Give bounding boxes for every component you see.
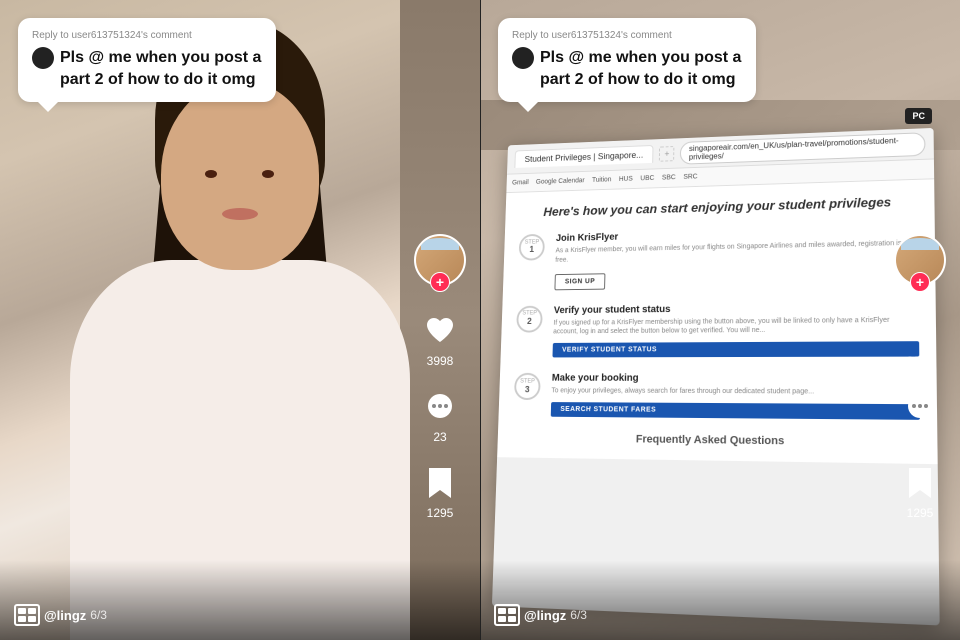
- comment-count-left: 23: [433, 430, 446, 444]
- username-left: @lingz: [44, 608, 86, 623]
- page-indicator-right: 6/3: [570, 608, 587, 622]
- faq-section[interactable]: Frequently Asked Questions: [512, 432, 920, 449]
- avatar-hat-right: [901, 238, 939, 250]
- webpage-content: Here's how you can start enjoying your s…: [497, 179, 938, 464]
- like-button-right[interactable]: 3998: [901, 312, 939, 368]
- right-video-panel: Reply to user613751324's comment Pls @ m…: [480, 0, 960, 640]
- like-count-left: 3998: [427, 354, 454, 368]
- webcam-label: PC: [905, 108, 932, 124]
- username-right: @lingz: [524, 608, 566, 623]
- bookmark-icon-right: [901, 464, 939, 502]
- bookmark-count-right: 1295: [907, 506, 934, 520]
- person-mouth: [222, 208, 258, 220]
- panel-divider: [480, 0, 481, 640]
- step-2-desc: If you signed up for a KrisFlyer members…: [553, 315, 919, 337]
- laptop-screen: Student Privileges | Singapore... + sing…: [492, 128, 940, 626]
- commenter-avatar-left: [32, 47, 54, 69]
- step-2-title: Verify your student status: [554, 301, 919, 316]
- reply-label-right: Reply to user613751324's comment: [512, 30, 742, 41]
- bookmark-count-left: 1295: [427, 506, 454, 520]
- browser-tab[interactable]: Student Privileges | Singapore...: [514, 145, 653, 168]
- grid-icon-left[interactable]: [14, 604, 40, 626]
- new-tab-button[interactable]: +: [659, 146, 674, 162]
- page-header: Here's how you can start enjoying your s…: [520, 194, 918, 220]
- page-indicator-left: 6/3: [90, 608, 107, 622]
- follow-plus-left[interactable]: +: [430, 272, 450, 292]
- step-1-circle: STEP 1: [519, 234, 545, 261]
- reply-label-left: Reply to user613751324's comment: [32, 30, 262, 41]
- person-eye-right: [262, 170, 274, 178]
- step-2-item: STEP 2 Verify your student status If you…: [515, 301, 919, 358]
- step-1-button[interactable]: SIGN UP: [554, 273, 605, 290]
- avatar-hat: [421, 238, 459, 250]
- heart-icon-right: [901, 312, 939, 350]
- speech-bubble-right: Reply to user613751324's comment Pls @ m…: [498, 18, 756, 102]
- action-sidebar-right: + 3998 23: [894, 234, 946, 520]
- profile-avatar-container-left[interactable]: +: [414, 234, 466, 286]
- step-3-desc: To enjoy your privileges, always search …: [551, 387, 919, 398]
- bookmark-button-left[interactable]: 1295: [421, 464, 459, 520]
- step-3-content: Make your booking To enjoy your privileg…: [551, 373, 920, 420]
- bubble-text-right: Pls @ me when you post a part 2 of how t…: [540, 47, 742, 90]
- bookmark-button-right[interactable]: 1295: [901, 464, 939, 520]
- step-1-content: Join KrisFlyer As a KrisFlyer member, yo…: [554, 225, 918, 290]
- url-bar[interactable]: singaporeair.com/en_UK/us/plan-travel/pr…: [680, 132, 925, 165]
- comment-icon-left: [421, 388, 459, 426]
- person-face: [161, 80, 319, 270]
- speech-bubble-left: Reply to user613751324's comment Pls @ m…: [18, 18, 276, 102]
- step-1-item: STEP 1 Join KrisFlyer As a KrisFlyer mem…: [518, 225, 919, 291]
- step-3-circle: STEP 3: [514, 373, 541, 400]
- bottom-bar-left: @lingz 6/3: [0, 560, 480, 640]
- grid-icon-right[interactable]: [494, 604, 520, 626]
- step-3-title: Make your booking: [552, 373, 920, 385]
- like-button-left[interactable]: 3998: [421, 312, 459, 368]
- comment-button-right[interactable]: 23: [901, 388, 939, 444]
- comment-button-left[interactable]: 23: [421, 388, 459, 444]
- bottom-bar-right: @lingz 6/3: [480, 560, 960, 640]
- step-3-button[interactable]: SEARCH STUDENT FARES: [551, 402, 920, 420]
- comment-icon-right: [901, 388, 939, 426]
- follow-plus-right[interactable]: +: [910, 272, 930, 292]
- step-2-circle: STEP 2: [516, 305, 543, 332]
- commenter-avatar-right: [512, 47, 534, 69]
- person-eye-left: [205, 170, 217, 178]
- step-2-button[interactable]: VERIFY STUDENT STATUS: [552, 341, 919, 357]
- action-sidebar-left: + 3998 23: [414, 234, 466, 520]
- profile-avatar-container-right[interactable]: +: [894, 234, 946, 286]
- heart-icon-left: [421, 312, 459, 350]
- step-2-content: Verify your student status If you signed…: [552, 301, 919, 358]
- bubble-text-left: Pls @ me when you post a part 2 of how t…: [60, 47, 262, 90]
- left-video-panel: Reply to user613751324's comment Pls @ m…: [0, 0, 480, 640]
- like-count-right: 3998: [907, 354, 934, 368]
- comment-count-right: 23: [913, 430, 926, 444]
- step-3-item: STEP 3 Make your booking To enjoy your p…: [513, 373, 920, 420]
- bookmark-icon-left: [421, 464, 459, 502]
